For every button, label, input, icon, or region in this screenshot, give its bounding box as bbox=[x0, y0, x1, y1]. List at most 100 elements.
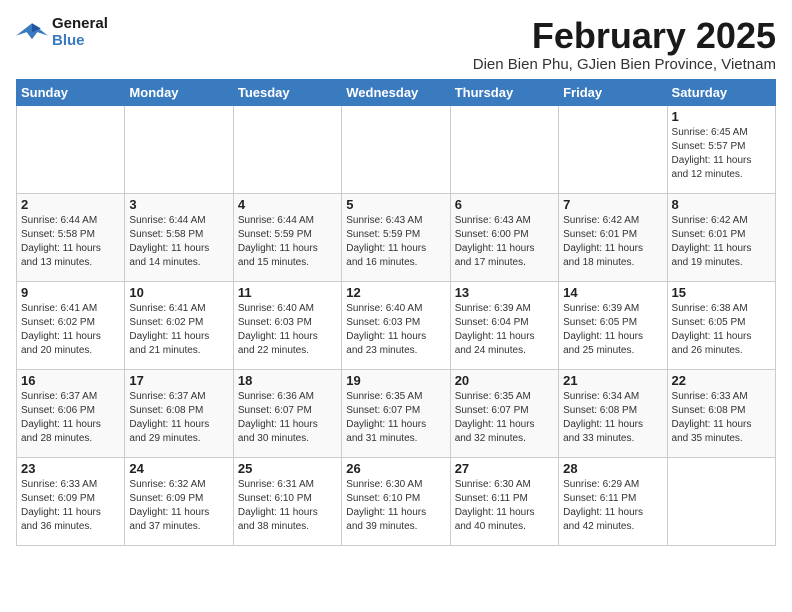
calendar-cell: 20Sunrise: 6:35 AM Sunset: 6:07 PM Dayli… bbox=[450, 369, 558, 457]
day-info: Sunrise: 6:41 AM Sunset: 6:02 PM Dayligh… bbox=[21, 302, 120, 358]
calendar-cell: 22 Sunrise: 6:33 AM Sunset: 6:08 PM Dayli… bbox=[667, 369, 775, 457]
day-info: Sunrise: 6:38 AM Sunset: 6:05 PM Dayligh… bbox=[672, 302, 771, 358]
calendar-cell: 27 Sunrise: 6:30 AM Sunset: 6:11 PM Dayli… bbox=[450, 457, 558, 545]
day-number: 9 bbox=[21, 285, 120, 300]
calendar-cell bbox=[342, 105, 450, 193]
logo: General Blue bbox=[16, 16, 108, 49]
day-info: Sunrise: 6:37 AM Sunset: 6:06 PM Dayligh… bbox=[21, 390, 120, 446]
day-number: 23 bbox=[21, 461, 120, 476]
calendar-cell: 5 Sunrise: 6:43 AM Sunset: 5:59 PM Daylig… bbox=[342, 193, 450, 281]
calendar: SundayMondayTuesdayWednesdayThursdayFrid… bbox=[16, 79, 776, 546]
day-number: 6 bbox=[455, 197, 554, 212]
day-number: 19 bbox=[346, 373, 445, 388]
calendar-cell bbox=[233, 105, 341, 193]
day-info: Sunrise: 6:45 AM Sunset: 5:57 PM Dayligh… bbox=[672, 126, 771, 182]
day-number: 5 bbox=[346, 197, 445, 212]
calendar-cell: 18 Sunrise: 6:36 AM Sunset: 6:07 PM Dayli… bbox=[233, 369, 341, 457]
calendar-cell: 26Sunrise: 6:30 AM Sunset: 6:10 PM Dayli… bbox=[342, 457, 450, 545]
day-number: 18 bbox=[238, 373, 337, 388]
calendar-week-row: 2 Sunrise: 6:44 AM Sunset: 5:58 PM Daylig… bbox=[17, 193, 776, 281]
day-info: Sunrise: 6:43 AM Sunset: 6:00 PM Dayligh… bbox=[455, 214, 554, 270]
calendar-cell: 6 Sunrise: 6:43 AM Sunset: 6:00 PM Daylig… bbox=[450, 193, 558, 281]
calendar-cell bbox=[667, 457, 775, 545]
calendar-cell: 25Sunrise: 6:31 AM Sunset: 6:10 PM Dayli… bbox=[233, 457, 341, 545]
day-info: Sunrise: 6:33 AM Sunset: 6:09 PM Dayligh… bbox=[21, 478, 120, 534]
weekday-header-row: SundayMondayTuesdayWednesdayThursdayFrid… bbox=[17, 79, 776, 105]
day-number: 10 bbox=[129, 285, 228, 300]
day-number: 16 bbox=[21, 373, 120, 388]
calendar-cell: 17 Sunrise: 6:37 AM Sunset: 6:08 PM Dayli… bbox=[125, 369, 233, 457]
logo-text-line1: General bbox=[52, 16, 108, 33]
day-number: 25 bbox=[238, 461, 337, 476]
location: Dien Bien Phu, GJien Bien Province, Viet… bbox=[473, 56, 776, 73]
calendar-week-row: 1Sunrise: 6:45 AM Sunset: 5:57 PM Daylig… bbox=[17, 105, 776, 193]
day-info: Sunrise: 6:34 AM Sunset: 6:08 PM Dayligh… bbox=[563, 390, 662, 446]
weekday-header: Thursday bbox=[450, 79, 558, 105]
day-info: Sunrise: 6:39 AM Sunset: 6:04 PM Dayligh… bbox=[455, 302, 554, 358]
day-number: 4 bbox=[238, 197, 337, 212]
title-block: February 2025 Dien Bien Phu, GJien Bien … bbox=[473, 16, 776, 73]
weekday-header: Monday bbox=[125, 79, 233, 105]
month-title: February 2025 bbox=[473, 16, 776, 56]
day-info: Sunrise: 6:44 AM Sunset: 5:58 PM Dayligh… bbox=[129, 214, 228, 270]
day-number: 24 bbox=[129, 461, 228, 476]
weekday-header: Sunday bbox=[17, 79, 125, 105]
calendar-week-row: 9 Sunrise: 6:41 AM Sunset: 6:02 PM Daylig… bbox=[17, 281, 776, 369]
day-number: 12 bbox=[346, 285, 445, 300]
calendar-week-row: 16 Sunrise: 6:37 AM Sunset: 6:06 PM Dayli… bbox=[17, 369, 776, 457]
day-number: 13 bbox=[455, 285, 554, 300]
calendar-cell: 12 Sunrise: 6:40 AM Sunset: 6:03 PM Dayli… bbox=[342, 281, 450, 369]
day-info: Sunrise: 6:40 AM Sunset: 6:03 PM Dayligh… bbox=[346, 302, 445, 358]
day-number: 28 bbox=[563, 461, 662, 476]
calendar-cell: 10 Sunrise: 6:41 AM Sunset: 6:02 PM Dayli… bbox=[125, 281, 233, 369]
day-number: 11 bbox=[238, 285, 337, 300]
day-number: 3 bbox=[129, 197, 228, 212]
calendar-cell: 16 Sunrise: 6:37 AM Sunset: 6:06 PM Dayli… bbox=[17, 369, 125, 457]
logo-text-line2: Blue bbox=[52, 33, 108, 50]
calendar-cell: 11 Sunrise: 6:40 AM Sunset: 6:03 PM Dayli… bbox=[233, 281, 341, 369]
day-info: Sunrise: 6:35 AM Sunset: 6:07 PM Dayligh… bbox=[346, 390, 445, 446]
calendar-cell: 13 Sunrise: 6:39 AM Sunset: 6:04 PM Dayli… bbox=[450, 281, 558, 369]
day-info: Sunrise: 6:40 AM Sunset: 6:03 PM Dayligh… bbox=[238, 302, 337, 358]
day-info: Sunrise: 6:44 AM Sunset: 5:59 PM Dayligh… bbox=[238, 214, 337, 270]
day-info: Sunrise: 6:41 AM Sunset: 6:02 PM Dayligh… bbox=[129, 302, 228, 358]
day-number: 20 bbox=[455, 373, 554, 388]
day-number: 21 bbox=[563, 373, 662, 388]
day-info: Sunrise: 6:33 AM Sunset: 6:08 PM Dayligh… bbox=[672, 390, 771, 446]
day-number: 27 bbox=[455, 461, 554, 476]
calendar-cell: 9 Sunrise: 6:41 AM Sunset: 6:02 PM Daylig… bbox=[17, 281, 125, 369]
day-info: Sunrise: 6:30 AM Sunset: 6:11 PM Dayligh… bbox=[455, 478, 554, 534]
day-number: 2 bbox=[21, 197, 120, 212]
day-number: 8 bbox=[672, 197, 771, 212]
calendar-cell: 24 Sunrise: 6:32 AM Sunset: 6:09 PM Dayli… bbox=[125, 457, 233, 545]
weekday-header: Tuesday bbox=[233, 79, 341, 105]
day-number: 26 bbox=[346, 461, 445, 476]
logo-icon bbox=[16, 19, 48, 47]
calendar-cell: 21 Sunrise: 6:34 AM Sunset: 6:08 PM Dayli… bbox=[559, 369, 667, 457]
weekday-header: Saturday bbox=[667, 79, 775, 105]
day-info: Sunrise: 6:43 AM Sunset: 5:59 PM Dayligh… bbox=[346, 214, 445, 270]
calendar-cell: 7Sunrise: 6:42 AM Sunset: 6:01 PM Daylig… bbox=[559, 193, 667, 281]
day-number: 14 bbox=[563, 285, 662, 300]
calendar-week-row: 23 Sunrise: 6:33 AM Sunset: 6:09 PM Dayli… bbox=[17, 457, 776, 545]
day-info: Sunrise: 6:36 AM Sunset: 6:07 PM Dayligh… bbox=[238, 390, 337, 446]
day-info: Sunrise: 6:29 AM Sunset: 6:11 PM Dayligh… bbox=[563, 478, 662, 534]
day-info: Sunrise: 6:42 AM Sunset: 6:01 PM Dayligh… bbox=[672, 214, 771, 270]
calendar-cell: 15Sunrise: 6:38 AM Sunset: 6:05 PM Dayli… bbox=[667, 281, 775, 369]
calendar-cell: 8 Sunrise: 6:42 AM Sunset: 6:01 PM Daylig… bbox=[667, 193, 775, 281]
calendar-cell bbox=[17, 105, 125, 193]
calendar-cell: 23 Sunrise: 6:33 AM Sunset: 6:09 PM Dayli… bbox=[17, 457, 125, 545]
day-info: Sunrise: 6:42 AM Sunset: 6:01 PM Dayligh… bbox=[563, 214, 662, 270]
day-info: Sunrise: 6:39 AM Sunset: 6:05 PM Dayligh… bbox=[563, 302, 662, 358]
calendar-cell: 19 Sunrise: 6:35 AM Sunset: 6:07 PM Dayli… bbox=[342, 369, 450, 457]
day-info: Sunrise: 6:37 AM Sunset: 6:08 PM Dayligh… bbox=[129, 390, 228, 446]
calendar-cell: 28 Sunrise: 6:29 AM Sunset: 6:11 PM Dayli… bbox=[559, 457, 667, 545]
day-info: Sunrise: 6:32 AM Sunset: 6:09 PM Dayligh… bbox=[129, 478, 228, 534]
weekday-header: Friday bbox=[559, 79, 667, 105]
calendar-cell: 3 Sunrise: 6:44 AM Sunset: 5:58 PM Daylig… bbox=[125, 193, 233, 281]
day-number: 17 bbox=[129, 373, 228, 388]
day-number: 22 bbox=[672, 373, 771, 388]
calendar-cell bbox=[559, 105, 667, 193]
page-header: General Blue February 2025 Dien Bien Phu… bbox=[16, 16, 776, 73]
calendar-cell: 1Sunrise: 6:45 AM Sunset: 5:57 PM Daylig… bbox=[667, 105, 775, 193]
